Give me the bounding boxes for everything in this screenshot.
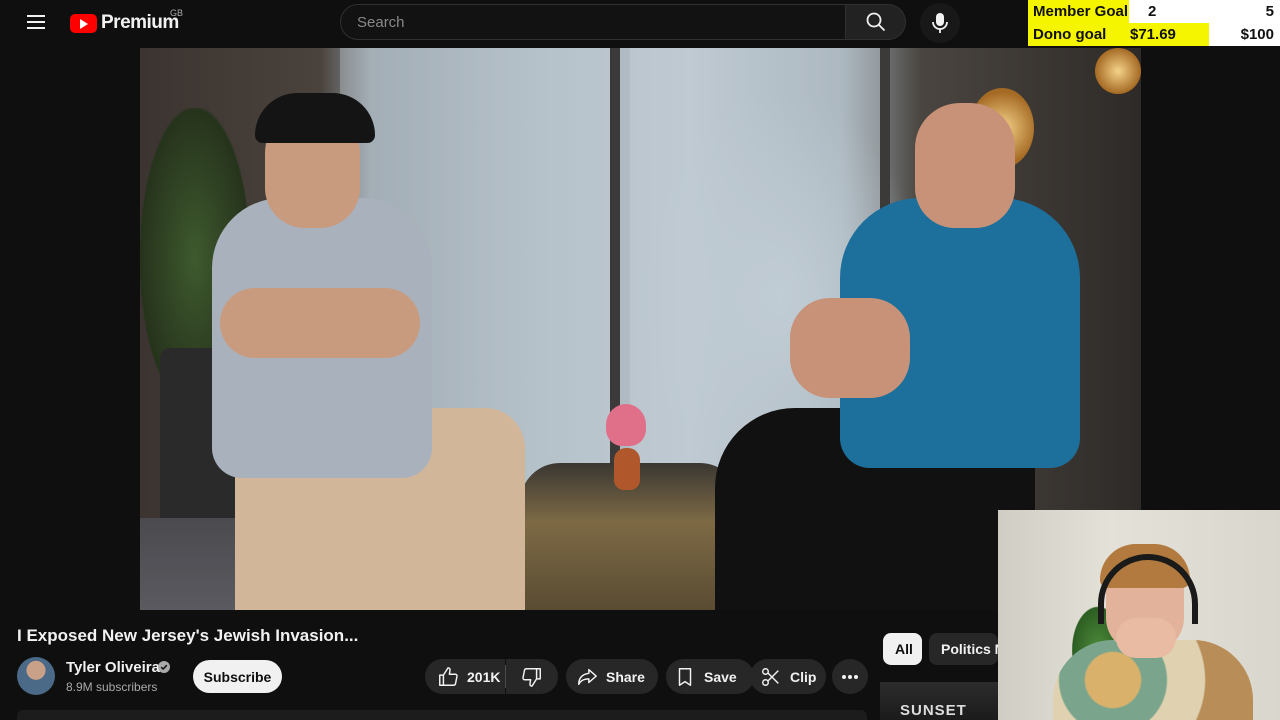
chip-politics[interactable]: Politics N [929, 633, 998, 665]
video-title: I Exposed New Jersey's Jewish Invasion..… [17, 626, 359, 645]
pendant-lamp [1095, 48, 1141, 94]
thumbs-down-icon [522, 667, 541, 687]
chip-all[interactable]: All [883, 633, 922, 665]
video-player[interactable] [140, 48, 1141, 610]
search-input[interactable] [341, 5, 877, 39]
member-goal-bar: Member Goal 2 5 [1028, 0, 1280, 23]
share-arrow-icon [578, 668, 597, 685]
scissors-icon [762, 667, 779, 686]
youtube-premium-logo[interactable]: Premium GB [70, 8, 183, 36]
dono-goal-current: $71.69 [1130, 26, 1176, 43]
flower [606, 404, 646, 446]
menu-button[interactable] [20, 8, 52, 36]
thumbnail-text: SUNSET [900, 702, 967, 719]
search-button[interactable] [846, 4, 906, 40]
person-left-cap [255, 93, 375, 143]
more-actions-button[interactable] [832, 659, 868, 694]
description-box-edge [17, 710, 867, 720]
save-label: Save [704, 668, 737, 685]
more-horizontal-icon [842, 674, 858, 679]
voice-search-button[interactable] [920, 3, 960, 43]
dono-goal-label: Dono goal [1033, 26, 1107, 43]
thumbs-up-icon [439, 666, 458, 686]
channel-avatar[interactable] [17, 657, 55, 695]
streamer-webcam [998, 510, 1280, 720]
bookmark-icon [678, 667, 692, 686]
clip-button[interactable]: Clip [750, 659, 826, 694]
region-code: GB [170, 8, 184, 18]
member-goal-current: 2 [1148, 3, 1157, 20]
member-goal-label: Member Goal [1033, 3, 1129, 20]
dono-goal-bar: Dono goal $71.69 $100 [1028, 23, 1280, 46]
like-button[interactable]: 201K [425, 659, 505, 694]
youtube-play-icon [70, 13, 97, 33]
share-label: Share [606, 668, 645, 685]
verified-check-icon [158, 661, 170, 673]
like-count: 201K [467, 668, 501, 685]
dono-goal-target: $100 [1240, 26, 1274, 43]
recommended-video-thumbnail[interactable]: SUNSET [880, 682, 998, 720]
search-icon [866, 12, 885, 32]
subscribe-button[interactable]: Subscribe [193, 660, 282, 693]
person-right-head [915, 103, 1015, 228]
window-frame [610, 48, 620, 518]
channel-name[interactable]: Tyler Oliveira [66, 659, 160, 676]
clip-label: Clip [790, 668, 817, 685]
streamer-hand [1116, 618, 1176, 658]
hamburger-icon [27, 15, 45, 17]
stream-goal-overlay: Member Goal 2 5 Dono goal $71.69 $100 [1028, 0, 1280, 46]
search-box[interactable] [340, 4, 877, 40]
dislike-button[interactable] [506, 659, 558, 694]
save-button[interactable]: Save [666, 659, 754, 694]
member-goal-target: 5 [1265, 3, 1274, 20]
microphone-icon [932, 13, 948, 33]
person-right-hand [790, 298, 910, 398]
share-button[interactable]: Share [566, 659, 658, 694]
logo-text: Premium [101, 12, 179, 33]
person-left-arms [220, 288, 420, 358]
subscriber-count: 8.9M subscribers [66, 680, 158, 694]
vase [614, 448, 640, 490]
